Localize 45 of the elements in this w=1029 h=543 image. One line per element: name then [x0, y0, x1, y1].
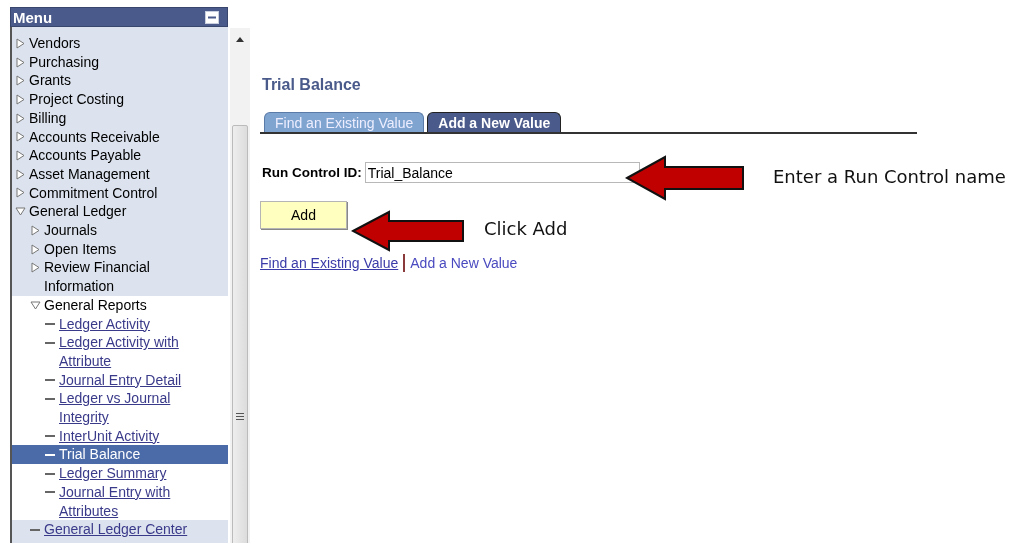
field-label: Run Control ID: [262, 165, 362, 180]
menu-folder[interactable]: Open Items [44, 239, 117, 259]
collapsed-triangle-icon[interactable] [15, 112, 26, 124]
collapsed-triangle-icon[interactable] [15, 131, 26, 143]
menu-folder[interactable]: Accounts Receivable [29, 127, 160, 147]
menu-folder[interactable]: Grants [29, 71, 71, 91]
scrollbar[interactable] [230, 28, 250, 543]
expanded-triangle-icon[interactable] [15, 206, 26, 218]
collapsed-triangle-icon[interactable] [15, 93, 26, 105]
collapsed-triangle-icon[interactable] [15, 168, 26, 180]
dash-icon [45, 453, 55, 456]
page-link[interactable]: Add a New Value [410, 255, 518, 271]
scrollbar-thumb[interactable] [232, 125, 248, 543]
collapse-icon[interactable] [205, 10, 219, 24]
annotation-text: Click Add [484, 218, 568, 239]
grip-icon [236, 413, 244, 420]
page-title: Trial Balance [262, 76, 362, 94]
menu-folder[interactable]: Billing [29, 108, 67, 128]
collapsed-triangle-icon[interactable] [30, 224, 41, 236]
selected-menu-item[interactable]: Trial Balance [12, 445, 228, 465]
collapsed-triangle-icon[interactable] [15, 187, 26, 199]
menu-folder[interactable]: Purchasing [29, 52, 100, 72]
collapsed-triangle-icon[interactable] [30, 262, 41, 274]
menu-folder[interactable]: Project Costing [29, 90, 124, 109]
menu-folder[interactable]: General Ledger [29, 202, 127, 222]
page-link[interactable]: Find an Existing Value [260, 255, 399, 271]
input-field[interactable]: Trial_Balance [364, 162, 640, 183]
menu-folder[interactable]: Commitment Control [29, 183, 158, 203]
menu-title: Menu [13, 8, 53, 26]
collapsed-triangle-icon[interactable] [30, 243, 41, 255]
menu-link[interactable]: General Ledger Center [44, 520, 188, 539]
collapsed-triangle-icon[interactable] [15, 37, 26, 49]
scroll-up-icon[interactable] [236, 37, 244, 42]
annotation-text: Enter a Run Control name [773, 166, 1006, 187]
menu-folder[interactable]: Vendors [29, 34, 81, 53]
menu-folder[interactable]: Journals [44, 221, 97, 240]
collapsed-triangle-icon[interactable] [15, 75, 26, 87]
menu-folder[interactable]: Asset Management [29, 164, 150, 184]
expanded-triangle-icon[interactable] [30, 299, 41, 311]
menu-folder[interactable]: Review Financial Information [44, 258, 189, 296]
add-button[interactable]: Add [260, 201, 347, 229]
collapsed-triangle-icon[interactable] [15, 56, 26, 68]
menu-folder[interactable]: Accounts Payable [29, 146, 142, 165]
collapsed-triangle-icon[interactable] [15, 150, 26, 162]
tab[interactable]: Add a New Value [427, 112, 562, 132]
